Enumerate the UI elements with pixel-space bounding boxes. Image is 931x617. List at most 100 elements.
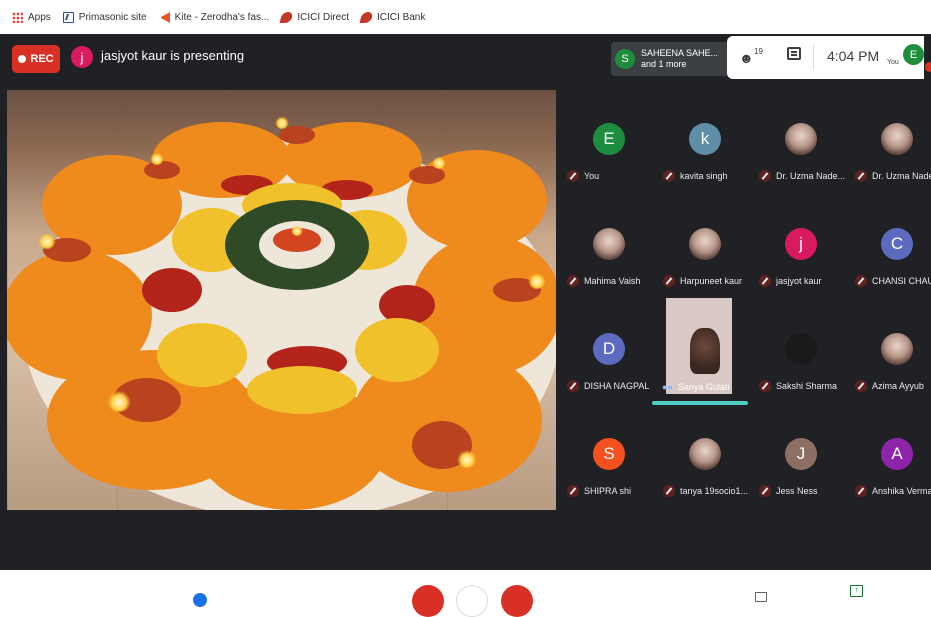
participant-tile[interactable]: S SHIPRA shi xyxy=(562,405,656,510)
bookmark-label: ICICI Direct xyxy=(297,11,350,23)
participant-tile[interactable]: j jasjyot kaur xyxy=(754,195,848,300)
bookmark-icici-bank[interactable]: ICICI Bank xyxy=(359,11,425,23)
my-avatar[interactable]: E xyxy=(903,44,924,65)
participant-avatar: j xyxy=(785,228,817,260)
bookmark-icici-direct[interactable]: ICICI Direct xyxy=(279,11,350,23)
mic-off-button[interactable] xyxy=(412,585,444,617)
record-dot-icon xyxy=(18,55,27,63)
bookmark-apps[interactable]: Apps xyxy=(12,11,51,23)
mic-off-icon xyxy=(663,275,675,287)
bookmarks-bar: Apps Primasonic site Kite - Zerodha's fa… xyxy=(0,0,931,34)
participant-avatar xyxy=(689,438,721,470)
participant-tile[interactable]: tanya 19socio1... xyxy=(658,405,752,510)
active-speaker-video[interactable] xyxy=(666,298,732,394)
apps-grid-icon xyxy=(12,11,23,23)
participant-tile[interactable]: k kavita singh xyxy=(658,90,752,195)
mic-off-icon xyxy=(567,170,579,182)
recording-badge[interactable]: REC xyxy=(12,45,60,73)
participant-avatar: S xyxy=(593,438,625,470)
bookmark-primasonic[interactable]: Primasonic site xyxy=(62,11,147,23)
participant-avatar: J xyxy=(785,438,817,470)
participant-name-row: tanya 19socio1... xyxy=(663,485,753,497)
captions-icon[interactable] xyxy=(755,592,767,602)
mic-off-icon xyxy=(567,380,579,392)
people-count: 19 xyxy=(754,47,763,56)
notification-dot xyxy=(925,62,931,72)
divider xyxy=(813,44,814,70)
participant-name-row: DISHA NAGPAL xyxy=(567,380,657,392)
meeting-details-icon[interactable] xyxy=(193,593,207,607)
participant-name: CHANSI CHAU... xyxy=(872,276,931,286)
participant-name-row: You xyxy=(567,170,657,182)
speaker-avatar: S xyxy=(615,49,635,69)
meeting-clock: 4:04 PM xyxy=(827,48,880,64)
bookmark-label: Kite - Zerodha's fas... xyxy=(174,11,270,23)
mic-off-icon xyxy=(567,485,579,497)
mic-off-icon xyxy=(855,380,867,392)
mic-off-icon xyxy=(567,275,579,287)
primasonic-icon xyxy=(62,11,74,23)
participant-tile[interactable]: D DISHA NAGPAL xyxy=(562,300,656,405)
mic-off-icon xyxy=(759,170,771,182)
speaking-indicator-bar xyxy=(652,401,748,405)
mic-off-icon xyxy=(855,485,867,497)
mic-off-icon xyxy=(663,170,675,182)
participant-avatar xyxy=(785,123,817,155)
mic-off-icon xyxy=(855,275,867,287)
participant-name-row: Dr. Uzma Nade... xyxy=(759,170,849,182)
rangoli-image xyxy=(7,115,556,510)
participant-name: Azima Ayyub xyxy=(872,381,924,391)
participant-tile[interactable]: Dr. Uzma Nade... xyxy=(754,90,848,195)
participant-name: SHIPRA shi xyxy=(584,486,632,496)
participant-name: kavita singh xyxy=(680,171,728,181)
participant-tile[interactable]: Dr. Uzma Nade... xyxy=(850,90,931,195)
speaker-more: and 1 more xyxy=(641,59,687,69)
participant-name: Dr. Uzma Nade... xyxy=(776,171,846,181)
bookmark-kite[interactable]: Kite - Zerodha's fas... xyxy=(159,11,270,23)
participant-avatar xyxy=(881,123,913,155)
participant-avatar: A xyxy=(881,438,913,470)
participant-name-row: SHIPRA shi xyxy=(567,485,657,497)
participant-name: You xyxy=(584,171,600,181)
leave-call-button[interactable] xyxy=(501,585,533,617)
participant-tile[interactable]: Mahima Vaish xyxy=(562,195,656,300)
active-speakers-pill[interactable]: S SAHEENA SAHE... and 1 more xyxy=(611,42,729,76)
speaking-icon: ●● xyxy=(662,382,673,392)
you-label: You xyxy=(887,59,899,66)
presenting-status: jasjyot kaur is presenting xyxy=(101,48,245,63)
participant-tile[interactable]: A Anshika Verma xyxy=(850,405,931,510)
active-speaker-name: Sanya Gulati xyxy=(677,382,730,392)
participant-name: jasjyot kaur xyxy=(776,276,822,286)
participant-name-row: Dr. Uzma Nade... xyxy=(855,170,931,182)
mic-off-icon xyxy=(855,170,867,182)
participant-tile[interactable]: Sakshi Sharma xyxy=(754,300,848,405)
participant-avatar: k xyxy=(689,123,721,155)
camera-button[interactable] xyxy=(456,585,488,617)
presenter-avatar: j xyxy=(71,46,93,68)
participant-name: Dr. Uzma Nade... xyxy=(872,171,931,181)
participant-avatar: D xyxy=(593,333,625,365)
participant-tile[interactable]: C CHANSI CHAU... xyxy=(850,195,931,300)
participant-avatar xyxy=(881,333,913,365)
bookmark-label: Apps xyxy=(28,11,51,23)
people-icon: ☻ xyxy=(739,50,754,66)
speaker-name: SAHEENA SAHE... xyxy=(641,48,719,58)
participant-name: Harpuneet kaur xyxy=(680,276,743,286)
chat-icon[interactable] xyxy=(787,47,801,60)
people-button[interactable]: ☻ 19 xyxy=(739,47,763,67)
participant-tile[interactable]: E You xyxy=(562,90,656,195)
participant-name: tanya 19socio1... xyxy=(680,486,749,496)
icici-icon xyxy=(279,11,294,23)
participant-tile[interactable]: Harpuneet kaur xyxy=(658,195,752,300)
participant-tile[interactable]: Azima Ayyub xyxy=(850,300,931,405)
active-speaker-label: ●● Sanya Gulati xyxy=(662,382,729,392)
participant-name-row: Anshika Verma xyxy=(855,485,931,497)
present-now-icon[interactable]: ↑ xyxy=(850,585,863,597)
participant-tile[interactable]: J Jess Ness xyxy=(754,405,848,510)
participant-avatar xyxy=(785,333,817,365)
participant-name-row: Mahima Vaish xyxy=(567,275,657,287)
participant-name: Anshika Verma xyxy=(872,486,931,496)
participant-avatar xyxy=(689,228,721,260)
participant-avatar: C xyxy=(881,228,913,260)
icici-icon xyxy=(359,11,374,23)
